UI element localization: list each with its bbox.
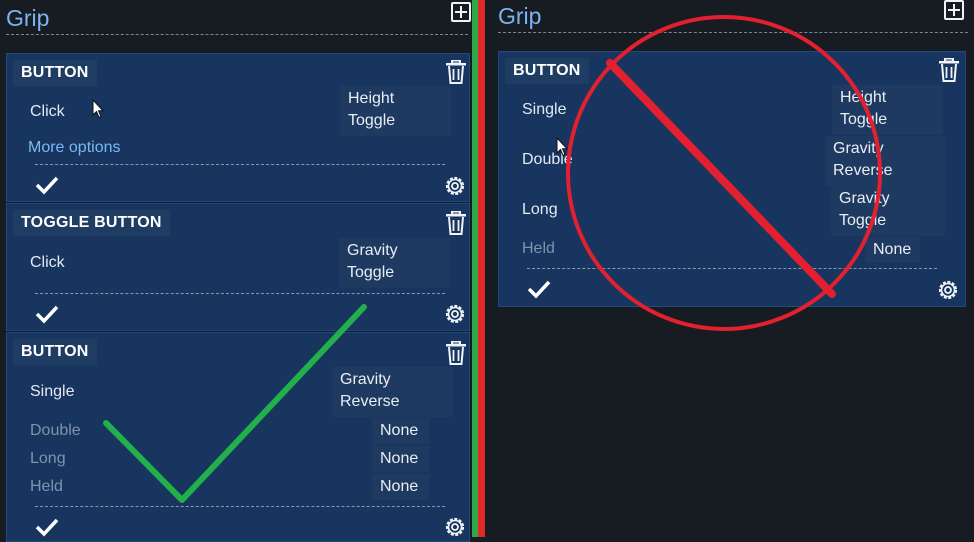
gear-icon[interactable] bbox=[936, 278, 960, 302]
row-label-long: Long bbox=[30, 450, 66, 467]
action-selector[interactable]: Height Toggle bbox=[832, 85, 943, 135]
action-selector[interactable]: None bbox=[372, 474, 429, 500]
gear-icon[interactable] bbox=[443, 515, 467, 539]
action-selector[interactable]: None bbox=[372, 446, 429, 472]
card-divider bbox=[35, 293, 445, 294]
mouse-cursor-icon bbox=[92, 99, 104, 119]
card-title: BUTTON bbox=[13, 60, 97, 86]
row-label-long: Long bbox=[522, 201, 558, 218]
title-divider bbox=[498, 32, 968, 33]
add-icon[interactable] bbox=[451, 2, 471, 22]
mouse-cursor-icon bbox=[556, 137, 568, 157]
row-label-click: Click bbox=[30, 254, 65, 271]
check-icon[interactable] bbox=[35, 304, 59, 324]
card-title: BUTTON bbox=[505, 58, 589, 84]
card-divider bbox=[35, 164, 445, 165]
check-icon[interactable] bbox=[35, 175, 59, 195]
row-label-held: Held bbox=[30, 478, 63, 495]
gear-icon[interactable] bbox=[443, 302, 467, 326]
row-label-single: Single bbox=[522, 101, 567, 118]
panel-title: Grip bbox=[6, 5, 50, 31]
button-card: BUTTON Single Gravity Reverse Double Non… bbox=[6, 332, 470, 542]
check-icon[interactable] bbox=[527, 279, 551, 299]
row-label-held: Held bbox=[522, 240, 555, 257]
add-icon[interactable] bbox=[944, 0, 964, 20]
trash-icon[interactable] bbox=[445, 341, 467, 365]
row-label-double: Double bbox=[30, 422, 81, 439]
action-selector[interactable]: None bbox=[865, 237, 920, 263]
action-selector[interactable]: None bbox=[372, 418, 429, 444]
card-divider bbox=[527, 268, 937, 269]
action-selector[interactable]: Height Toggle bbox=[340, 86, 451, 136]
more-options-link[interactable]: More options bbox=[28, 139, 121, 157]
action-selector[interactable]: Gravity Toggle bbox=[831, 186, 945, 236]
red-divider bbox=[478, 0, 485, 537]
card-title: BUTTON bbox=[13, 339, 97, 365]
check-icon[interactable] bbox=[35, 517, 59, 537]
trash-icon[interactable] bbox=[938, 58, 960, 82]
gear-icon[interactable] bbox=[443, 174, 467, 198]
card-divider bbox=[35, 506, 445, 507]
action-selector[interactable]: Gravity Reverse bbox=[332, 367, 453, 417]
trash-icon[interactable] bbox=[445, 60, 467, 84]
action-selector[interactable]: Gravity Toggle bbox=[339, 238, 450, 288]
card-title: TOGGLE BUTTON bbox=[13, 210, 170, 236]
row-label-click: Click bbox=[30, 103, 65, 120]
button-card: BUTTON Click Height Toggle More options bbox=[6, 53, 470, 202]
action-selector[interactable]: Gravity Reverse bbox=[825, 136, 945, 186]
panel-title: Grip bbox=[498, 3, 542, 29]
button-card: BUTTON Single Height Toggle Double Gravi… bbox=[498, 51, 966, 307]
row-label-single: Single bbox=[30, 383, 75, 400]
trash-icon[interactable] bbox=[445, 211, 467, 235]
toggle-button-card: TOGGLE BUTTON Click Gravity Toggle bbox=[6, 203, 470, 331]
title-divider bbox=[6, 34, 468, 35]
